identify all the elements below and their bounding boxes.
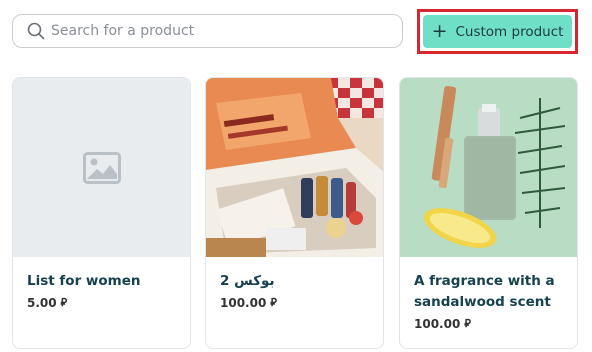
search-field[interactable] bbox=[12, 14, 403, 48]
product-card[interactable]: List for women 5.00 ⃁ bbox=[12, 77, 191, 349]
image-icon bbox=[82, 151, 121, 184]
product-image-placeholder bbox=[13, 78, 190, 257]
search-icon bbox=[27, 22, 45, 40]
product-name: List for women bbox=[27, 273, 141, 289]
product-price: 5.00 ⃁ bbox=[27, 296, 67, 310]
price-value: 100.00 bbox=[414, 317, 461, 331]
product-price: 100.00 ⃁ bbox=[220, 296, 277, 310]
currency-icon: ⃁ bbox=[464, 317, 471, 330]
custom-product-button[interactable]: + Custom product bbox=[423, 15, 572, 48]
search-input[interactable] bbox=[51, 23, 381, 39]
perfume-photo-graphic bbox=[400, 78, 577, 257]
product-image bbox=[400, 78, 577, 257]
price-value: 100.00 bbox=[220, 296, 267, 310]
custom-product-label: Custom product bbox=[455, 23, 564, 40]
box-photo-graphic bbox=[206, 78, 383, 257]
product-card[interactable]: بوكس 2 100.00 ⃁ bbox=[205, 77, 384, 349]
custom-product-highlight: + Custom product bbox=[417, 9, 578, 54]
currency-icon: ⃁ bbox=[60, 296, 68, 309]
plus-icon: + bbox=[431, 20, 448, 42]
price-value: 5.00 bbox=[27, 296, 57, 310]
product-name: A fragrance with a sandalwood scent bbox=[414, 273, 555, 310]
product-card[interactable]: A fragrance with a sandalwood scent 100.… bbox=[399, 77, 578, 349]
product-name: بوكس 2 bbox=[220, 273, 275, 289]
product-price: 100.00 ⃁ bbox=[414, 317, 471, 331]
currency-icon: ⃁ bbox=[270, 296, 277, 309]
product-image bbox=[206, 78, 383, 257]
